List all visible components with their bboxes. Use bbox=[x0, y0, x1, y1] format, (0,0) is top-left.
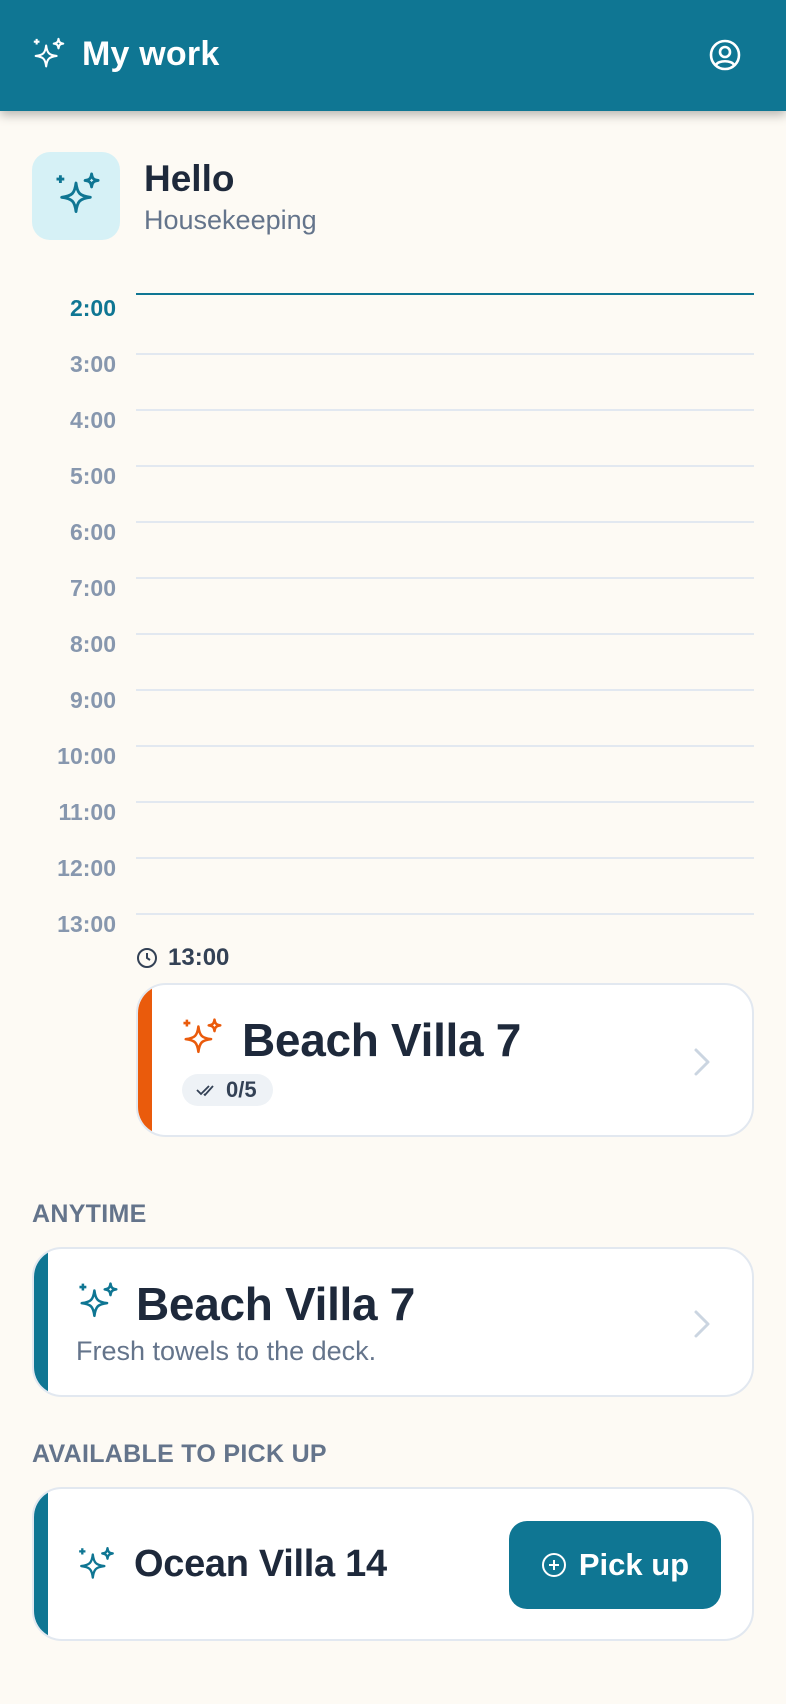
section-label-available: AVAILABLE TO PICK UP bbox=[32, 1440, 327, 1468]
card-accent-bar bbox=[34, 1489, 48, 1639]
hour-label: 7:00 bbox=[69, 575, 116, 601]
hour-line bbox=[136, 633, 754, 635]
app-header: My work bbox=[0, 0, 786, 111]
sparkles-icon bbox=[33, 37, 65, 68]
chevron-right-icon bbox=[694, 1310, 710, 1338]
task-time: 13:00 bbox=[136, 944, 229, 972]
user-circle-icon[interactable] bbox=[708, 38, 742, 72]
hour-label: 6:00 bbox=[69, 519, 116, 545]
progress-badge: 0/5 bbox=[182, 1074, 273, 1106]
hour-label: 4:00 bbox=[69, 407, 116, 433]
hour-line bbox=[136, 801, 754, 803]
task-title: Beach Villa 7 bbox=[242, 1014, 522, 1066]
hour-line bbox=[136, 913, 754, 915]
pick-up-button[interactable]: Pick up bbox=[509, 1521, 721, 1609]
pick-up-label: Pick up bbox=[578, 1547, 690, 1582]
task-title: Ocean Villa 14 bbox=[134, 1543, 387, 1585]
task-note: Fresh towels to the deck. bbox=[76, 1336, 377, 1366]
hour-line bbox=[136, 409, 754, 411]
hour-label: 9:00 bbox=[69, 687, 116, 713]
page-title: My work bbox=[82, 35, 220, 73]
clock-icon bbox=[137, 948, 157, 968]
hour-line bbox=[136, 745, 754, 747]
greeting-title: Hello bbox=[144, 158, 235, 199]
task-time-label: 13:00 bbox=[168, 944, 230, 971]
hour-row: 7:00 bbox=[0, 575, 786, 631]
hour-label: 10:00 bbox=[57, 743, 116, 769]
hour-row: 13:00 bbox=[0, 911, 786, 967]
hour-line bbox=[136, 577, 754, 579]
chevron-right-icon bbox=[694, 1048, 710, 1076]
sparkles-icon bbox=[79, 1547, 114, 1579]
hour-row: 12:00 bbox=[0, 855, 786, 911]
greeting-subtitle: Housekeeping bbox=[144, 205, 317, 235]
hour-label: 13:00 bbox=[57, 911, 116, 937]
sparkles-icon bbox=[56, 172, 100, 214]
hour-label: 2:00 bbox=[69, 295, 116, 321]
hour-row: 3:00 bbox=[0, 351, 786, 407]
hour-row: 5:00 bbox=[0, 463, 786, 519]
hour-row: 6:00 bbox=[0, 519, 786, 575]
hour-line bbox=[136, 465, 754, 467]
hour-line bbox=[136, 857, 754, 859]
sparkles-icon bbox=[79, 1282, 118, 1318]
hour-row: 4:00 bbox=[0, 407, 786, 463]
progress-count: 0/5 bbox=[226, 1077, 257, 1102]
hour-label: 8:00 bbox=[69, 631, 116, 657]
hour-label: 12:00 bbox=[57, 855, 116, 881]
task-title: Beach Villa 7 bbox=[136, 1278, 416, 1330]
available-task-card[interactable]: Ocean Villa 14 Pick up bbox=[32, 1487, 754, 1641]
greeting-avatar bbox=[32, 152, 120, 240]
hour-row: 9:00 bbox=[0, 687, 786, 743]
card-accent-bar bbox=[34, 1249, 48, 1395]
anytime-task-card[interactable]: Beach Villa 7 Fresh towels to the deck. bbox=[32, 1247, 754, 1397]
hour-row: 11:00 bbox=[0, 799, 786, 855]
hour-row: 2:00 bbox=[0, 293, 786, 351]
plus-circle-icon bbox=[541, 1553, 566, 1577]
scheduled-task-card[interactable]: Beach Villa 7 0/5 bbox=[136, 983, 754, 1137]
hour-line bbox=[136, 689, 754, 691]
hour-row: 8:00 bbox=[0, 631, 786, 687]
hour-line bbox=[136, 521, 754, 523]
sparkles-icon bbox=[183, 1018, 222, 1054]
hour-label: 3:00 bbox=[69, 351, 116, 377]
section-label-anytime: ANYTIME bbox=[32, 1200, 147, 1228]
hour-line bbox=[136, 353, 754, 355]
card-accent-bar bbox=[138, 985, 152, 1135]
current-hour-line bbox=[136, 293, 754, 295]
hour-row: 10:00 bbox=[0, 743, 786, 799]
double-check-icon bbox=[196, 1085, 214, 1097]
hour-label: 5:00 bbox=[69, 463, 116, 489]
hour-label: 11:00 bbox=[58, 799, 116, 825]
